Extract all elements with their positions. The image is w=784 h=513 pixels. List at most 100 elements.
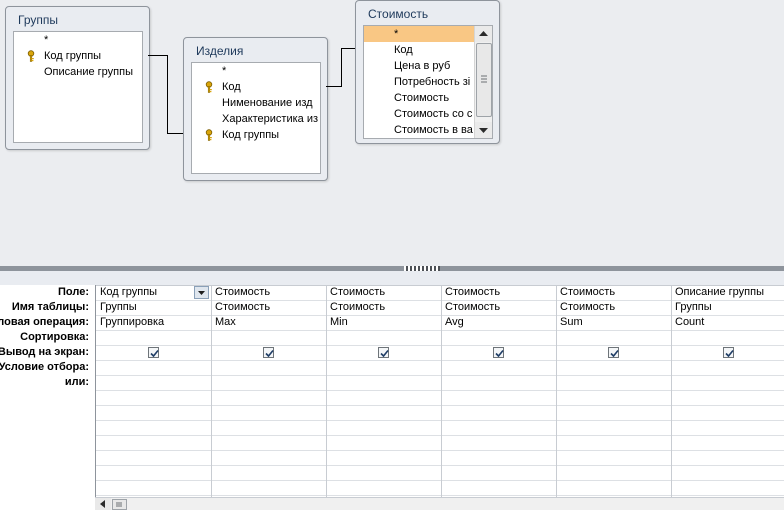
total-cell[interactable]: Avg	[441, 315, 556, 330]
show-checkbox[interactable]	[263, 347, 274, 358]
field-list-cost: * Код Цена в руб Потребность зі Стоимост…	[363, 25, 493, 139]
field-cell[interactable]: Стоимость	[326, 285, 441, 300]
checkmark-icon	[725, 349, 734, 358]
checkmark-icon	[265, 349, 274, 358]
row-label-show: Вывод на экран:	[0, 346, 89, 358]
join-line[interactable]	[167, 133, 183, 134]
show-checkbox[interactable]	[378, 347, 389, 358]
row-label-total: ловая операция:	[0, 316, 89, 328]
table-title-products[interactable]: Изделия	[196, 44, 243, 58]
total-cell[interactable]: Max	[211, 315, 326, 330]
table-cell[interactable]: Стоимость	[441, 300, 556, 315]
field-row[interactable]: *	[192, 63, 320, 79]
table-cell[interactable]: Группы	[96, 300, 211, 315]
checkmark-icon	[150, 349, 159, 358]
chevron-left-icon	[100, 500, 105, 508]
field-label: *	[394, 28, 399, 40]
join-line[interactable]	[341, 48, 355, 49]
field-row[interactable]: *	[364, 26, 475, 42]
table-window-groups[interactable]: Группы * Код группы Описание группы	[5, 6, 150, 150]
join-line[interactable]	[326, 86, 342, 87]
field-row[interactable]: Характеристика из	[192, 111, 320, 127]
field-cell[interactable]: Стоимость	[211, 285, 326, 300]
field-row[interactable]: *	[14, 32, 142, 48]
key-icon	[205, 129, 215, 141]
row-labels: Поле: Имя таблицы: ловая операция: Сорти…	[0, 285, 95, 509]
show-checkbox[interactable]	[723, 347, 734, 358]
field-row[interactable]: Потребность зі	[364, 74, 475, 90]
field-label: Стоимость в ва	[394, 124, 473, 136]
row-label-or: или:	[64, 376, 89, 388]
grid-line	[96, 480, 784, 481]
field-label: Потребность зі	[394, 76, 471, 88]
scroll-up-button[interactable]	[475, 26, 492, 42]
scroll-down-button[interactable]	[475, 122, 492, 138]
scroll-thumb[interactable]	[112, 499, 127, 510]
field-dropdown-button[interactable]	[194, 286, 209, 299]
field-row[interactable]: Код группы	[192, 127, 320, 143]
field-label: Описание группы	[44, 66, 133, 78]
show-checkbox[interactable]	[148, 347, 159, 358]
field-cell[interactable]: Код группы	[96, 285, 195, 300]
row-label-sort: Сортировка:	[20, 331, 89, 343]
field-label: Код группы	[222, 129, 280, 141]
field-cell[interactable]: Описание группы	[671, 285, 784, 300]
show-checkbox[interactable]	[493, 347, 504, 358]
chevron-down-icon	[479, 128, 488, 133]
grid-line	[96, 450, 784, 451]
row-label-table: Имя таблицы:	[11, 301, 89, 313]
grid-line	[96, 465, 784, 466]
table-window-products[interactable]: Изделия * Код Нименование изд Характерис…	[183, 37, 328, 181]
row-label-criteria: Условие отбора:	[0, 361, 89, 373]
grid-line	[96, 420, 784, 421]
field-row[interactable]: Стоимость в ва	[364, 122, 475, 138]
field-list-scrollbar[interactable]	[474, 26, 492, 138]
table-title-groups[interactable]: Группы	[18, 13, 58, 27]
grid-horizontal-scrollbar[interactable]	[95, 497, 784, 510]
field-cell[interactable]: Стоимость	[556, 285, 671, 300]
grid-line	[96, 390, 784, 391]
field-label: Характеристика из	[222, 113, 319, 125]
table-title-cost[interactable]: Стоимость	[368, 7, 428, 21]
total-cell[interactable]: Sum	[556, 315, 671, 330]
checkmark-icon	[495, 349, 504, 358]
row-label-field: Поле:	[58, 286, 89, 298]
table-cell[interactable]: Стоимость	[326, 300, 441, 315]
join-line[interactable]	[341, 48, 342, 87]
field-row[interactable]: Стоимость со с	[364, 106, 475, 122]
scroll-thumb[interactable]	[476, 43, 492, 117]
field-row[interactable]: Цена в руб	[364, 58, 475, 74]
field-label: *	[44, 34, 49, 46]
chevron-down-icon	[198, 291, 205, 295]
field-label: Код	[394, 44, 413, 56]
total-cell[interactable]: Группировка	[96, 315, 211, 330]
grid-line	[96, 330, 784, 331]
table-cell[interactable]: Стоимость	[556, 300, 671, 315]
field-row[interactable]: Нименование изд	[192, 95, 320, 111]
column-selector-strip[interactable]	[0, 271, 784, 286]
grid-line	[96, 345, 784, 346]
total-cell[interactable]: Min	[326, 315, 441, 330]
join-line[interactable]	[148, 55, 168, 56]
grid-line	[96, 375, 784, 376]
grid-line	[96, 435, 784, 436]
table-cell[interactable]: Группы	[671, 300, 784, 315]
table-window-cost[interactable]: Стоимость * Код Цена в руб Потребность з…	[355, 0, 500, 144]
chevron-up-icon	[479, 31, 488, 36]
field-row[interactable]: Код	[364, 42, 475, 58]
table-cell[interactable]: Стоимость	[211, 300, 326, 315]
show-checkbox[interactable]	[608, 347, 619, 358]
scroll-left-button[interactable]	[95, 498, 111, 510]
grid-line	[96, 495, 784, 496]
field-row[interactable]: Код группы	[14, 48, 142, 64]
total-cell[interactable]: Count	[671, 315, 784, 330]
field-row[interactable]: Код	[192, 79, 320, 95]
field-row[interactable]: Описание группы	[14, 64, 142, 80]
field-label: Цена в руб	[394, 60, 451, 72]
field-row[interactable]: Стоимость	[364, 90, 475, 106]
field-list-groups: * Код группы Описание группы	[13, 31, 143, 143]
join-line[interactable]	[167, 55, 168, 133]
checkmark-icon	[380, 349, 389, 358]
query-grid-pane: Поле: Имя таблицы: ловая операция: Сорти…	[0, 271, 784, 510]
field-cell[interactable]: Стоимость	[441, 285, 556, 300]
